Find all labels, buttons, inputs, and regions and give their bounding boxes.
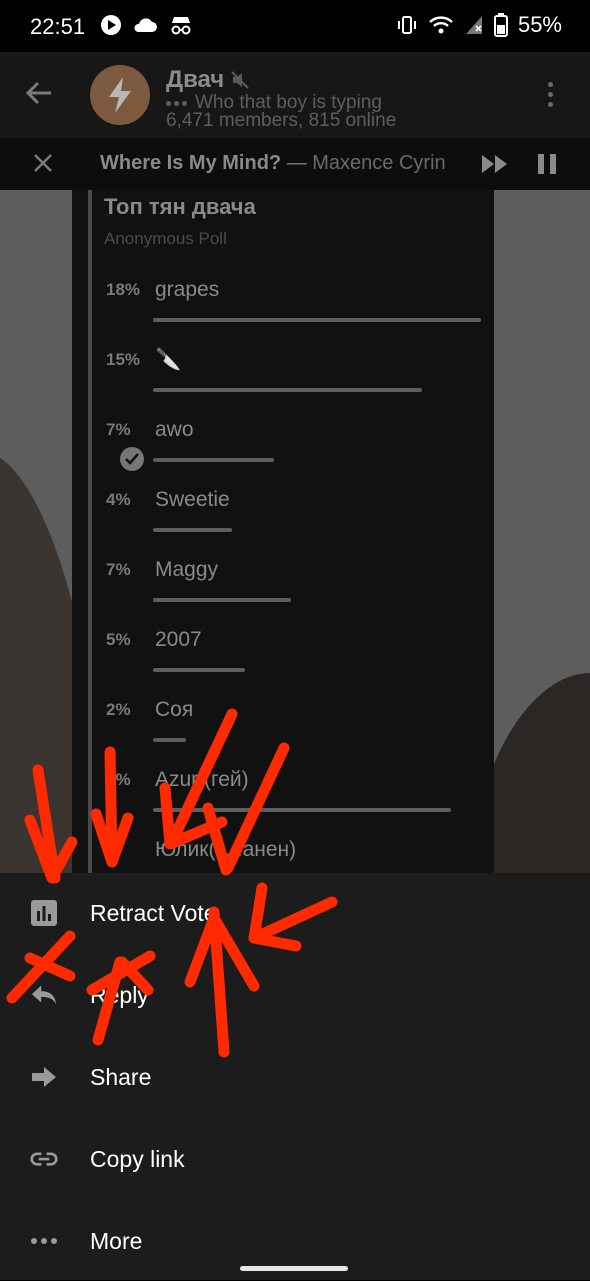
cloud-icon bbox=[134, 18, 157, 32]
poll-option-percent: 2% bbox=[106, 700, 131, 719]
song-separator: — bbox=[286, 152, 307, 174]
share-label: Share bbox=[90, 1064, 152, 1090]
reply-icon bbox=[30, 981, 58, 1009]
context-menu-sheet: Retract Vote Reply Share Copy link More bbox=[0, 873, 590, 1280]
lightning-bolt-icon bbox=[109, 77, 131, 113]
chat-title-row[interactable]: Двач bbox=[166, 66, 250, 94]
copy-link-button[interactable]: Copy link bbox=[0, 1119, 590, 1199]
retract-vote-label: Retract Vote bbox=[90, 900, 217, 926]
play-notification-icon bbox=[101, 15, 121, 35]
muted-icon bbox=[231, 71, 249, 89]
more-dots-icon bbox=[30, 1227, 58, 1255]
poll-option-label: 🔪 bbox=[155, 348, 182, 371]
back-arrow-icon[interactable] bbox=[24, 78, 54, 108]
typing-dots-icon bbox=[166, 100, 187, 106]
poll-option-percent: 7% bbox=[106, 420, 131, 439]
voted-check-icon bbox=[120, 447, 144, 471]
share-arrow-icon bbox=[30, 1063, 58, 1091]
poll-title: Топ тян двача bbox=[104, 194, 256, 219]
poll-option-percent: 5% bbox=[106, 630, 131, 649]
poll-option-label: awo bbox=[155, 418, 194, 441]
more-vert-icon[interactable] bbox=[548, 82, 553, 107]
link-icon bbox=[30, 1145, 58, 1173]
reply-button[interactable]: Reply bbox=[0, 955, 590, 1035]
close-player-icon[interactable] bbox=[32, 152, 54, 174]
copy-link-label: Copy link bbox=[90, 1146, 185, 1172]
poll-accent-line bbox=[88, 190, 92, 880]
poll-option-percent: 18% bbox=[106, 280, 141, 299]
incognito-icon bbox=[171, 17, 191, 35]
poll-option-percent: 4% bbox=[106, 490, 131, 509]
poll-option-percent: % bbox=[106, 840, 122, 859]
chat-avatar[interactable] bbox=[90, 65, 150, 125]
status-bar: 22:51 55% bbox=[0, 0, 590, 52]
poll-option-percent: 7% bbox=[106, 560, 131, 579]
bar-chart-icon bbox=[30, 899, 58, 927]
music-player-bar[interactable]: Where Is My Mind? — Maxence Cyrin bbox=[0, 138, 590, 190]
poll-option-label: Azur (гей) bbox=[155, 768, 249, 791]
pause-icon[interactable] bbox=[538, 154, 556, 174]
status-time: 22:51 bbox=[30, 14, 86, 39]
chat-header: Двач Who that boy is typing 6,471 member… bbox=[0, 52, 590, 138]
poll-option-label: 2007 bbox=[155, 628, 202, 651]
poll-option-percent: 6% bbox=[106, 770, 131, 789]
poll-option-label: Sweetie bbox=[155, 488, 230, 511]
poll-option-bar bbox=[153, 528, 232, 532]
poll-option-label: Юлик(з...анен) bbox=[155, 838, 297, 861]
home-indicator[interactable] bbox=[240, 1266, 348, 1271]
status-right-icons: 55% bbox=[396, 12, 562, 38]
poll-option-label: grapes bbox=[155, 278, 220, 301]
song-artist: Maxence Cyrin bbox=[312, 152, 446, 174]
poll-option-bar bbox=[153, 598, 291, 602]
poll-option-bar bbox=[153, 458, 274, 462]
poll-option-bar bbox=[153, 738, 186, 742]
battery-icon bbox=[493, 13, 508, 37]
share-button[interactable]: Share bbox=[0, 1037, 590, 1117]
fast-forward-icon[interactable] bbox=[480, 153, 510, 175]
more-label: More bbox=[90, 1228, 143, 1254]
chat-title: Двач bbox=[166, 66, 225, 93]
poll-option-percent: 15% bbox=[106, 350, 141, 369]
song-title: Where Is My Mind? bbox=[100, 152, 282, 174]
members-count: 6,471 members, 815 online bbox=[166, 110, 397, 131]
retract-vote-button[interactable]: Retract Vote bbox=[0, 873, 590, 953]
battery-percent: 55% bbox=[517, 12, 562, 37]
signal-icon bbox=[465, 16, 482, 34]
poll-option-label: Соя bbox=[155, 698, 194, 721]
vibrate-icon bbox=[397, 16, 416, 34]
reply-label: Reply bbox=[90, 982, 149, 1008]
poll-option-bar bbox=[153, 318, 481, 322]
poll-option-label: Maggy bbox=[155, 558, 219, 581]
poll-option-bar bbox=[153, 388, 422, 392]
poll-option-bar bbox=[153, 808, 451, 812]
now-playing[interactable]: Where Is My Mind? — Maxence Cyrin bbox=[100, 152, 446, 175]
poll-type: Anonymous Poll bbox=[104, 229, 227, 248]
wifi-icon bbox=[429, 16, 453, 34]
poll-option-bar bbox=[153, 668, 245, 672]
status-left-icons bbox=[100, 14, 194, 36]
